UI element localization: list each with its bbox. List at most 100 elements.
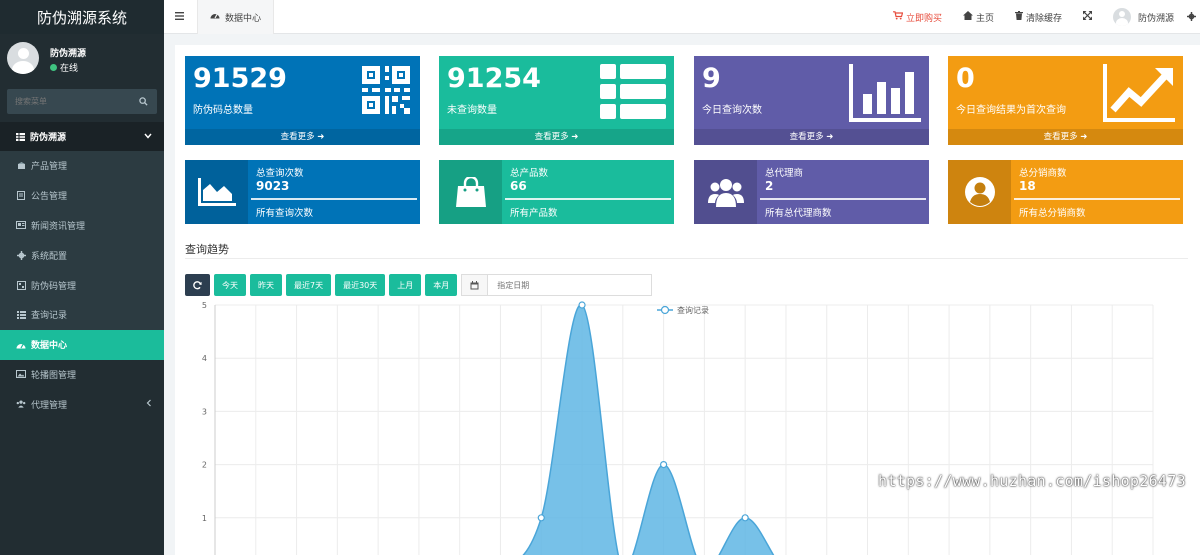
- area-chart-icon: [185, 160, 248, 224]
- sidebar-item-codes[interactable]: 防伪码管理: [0, 270, 164, 300]
- user-menu-label: 防伪溯源: [1137, 13, 1174, 24]
- stat-label: 今日查询次数: [702, 105, 762, 116]
- mini-title: 总代理商: [765, 168, 804, 179]
- clear-cache-label: 清除缓存: [1025, 13, 1062, 24]
- filter-today-button[interactable]: 今天: [214, 274, 246, 296]
- online-dot-icon: [50, 64, 57, 71]
- image-icon: [16, 369, 26, 379]
- users-icon: [16, 399, 26, 409]
- legend-marker: [660, 305, 670, 315]
- chevron-left-icon: [146, 399, 152, 410]
- y-tick-label: 3: [202, 407, 207, 416]
- sidebar-item-records[interactable]: 查询记录: [0, 299, 164, 330]
- mini-title: 总产品数: [510, 168, 549, 179]
- mini-value: 9023: [256, 179, 290, 193]
- user-status-text: 在线: [60, 64, 79, 74]
- filter-7days-button[interactable]: 最近7天: [286, 274, 332, 296]
- home-icon: [962, 11, 973, 23]
- home-label: 主页: [975, 13, 994, 24]
- clear-cache-link[interactable]: 清除缓存: [1014, 11, 1062, 24]
- section-title: 查询趋势: [185, 243, 229, 256]
- dashboard-icon: [16, 340, 26, 350]
- sidebar-item-news[interactable]: 新闻资讯管理: [0, 210, 164, 241]
- user-circle-icon: [948, 160, 1011, 224]
- date-picker: [461, 274, 653, 296]
- sidebar-item-products[interactable]: 产品管理: [0, 151, 164, 181]
- newspaper-icon: [16, 220, 26, 230]
- qrcode-icon: [360, 64, 412, 119]
- gear-icon[interactable]: [1187, 12, 1196, 24]
- filter-yesterday-button[interactable]: 昨天: [250, 274, 282, 296]
- mini-title: 总分销商数: [1019, 168, 1067, 179]
- filter-this-month-button[interactable]: 本月: [425, 274, 458, 296]
- users-icon: [694, 160, 757, 224]
- sidebar-item-settings[interactable]: 系统配置: [0, 240, 164, 271]
- mini-value: 2: [765, 179, 774, 193]
- sidebar-item-agents[interactable]: 代理管理: [0, 389, 164, 420]
- view-more-link[interactable]: 查看更多 ➜: [439, 129, 674, 145]
- trash-icon: [1014, 11, 1023, 23]
- filter-30days-button[interactable]: 最近30天: [335, 274, 386, 296]
- search-input[interactable]: [7, 89, 127, 114]
- mini-footer: 所有总分销商数: [1019, 208, 1086, 219]
- sidebar-item-carousel[interactable]: 轮播图管理: [0, 359, 164, 390]
- view-more-link[interactable]: 查看更多 ➜: [185, 129, 420, 145]
- search-icon[interactable]: [139, 97, 148, 109]
- list-icon: [600, 64, 666, 123]
- avatar: [1112, 8, 1131, 26]
- top-navbar: 数据中心 立即购买 主页 清除缓存 防伪溯源: [164, 0, 1200, 34]
- avatar: [7, 42, 39, 74]
- divider: [185, 258, 1188, 259]
- bar-chart-icon: [849, 64, 921, 125]
- user-menu[interactable]: 防伪溯源: [1112, 8, 1174, 26]
- sidebar-item-label: 代理管理: [31, 400, 68, 411]
- query-trend-chart: 1 2 3 4 5 查询记录: [202, 301, 1154, 555]
- calendar-icon[interactable]: [462, 275, 489, 295]
- sidebar-group-label: 防伪溯源: [30, 133, 67, 143]
- buy-now-link[interactable]: 立即购买: [892, 11, 942, 24]
- view-more-link[interactable]: 查看更多 ➜: [948, 129, 1183, 145]
- data-point: [741, 514, 749, 522]
- document-icon: [16, 191, 26, 201]
- stat-label: 今日查询结果为首次查询: [956, 105, 1066, 116]
- home-link[interactable]: 主页: [962, 11, 994, 24]
- sidebar-item-label: 系统配置: [31, 251, 68, 262]
- buy-now-label: 立即购买: [905, 13, 942, 24]
- line-chart-icon: [1103, 64, 1175, 125]
- sidebar-item-data-center[interactable]: 数据中心: [0, 329, 164, 360]
- fullscreen-button[interactable]: [1082, 11, 1092, 23]
- data-point: [537, 514, 545, 522]
- sidebar-item-label: 公告管理: [31, 192, 68, 203]
- tab-data-center[interactable]: 数据中心: [197, 0, 275, 34]
- stat-value: 0: [956, 63, 975, 94]
- mini-card-total-products: 总产品数 66 所有产品数: [439, 160, 674, 224]
- sidebar-item-notices[interactable]: 公告管理: [0, 180, 164, 211]
- sidebar-group-header[interactable]: 防伪溯源: [0, 122, 164, 151]
- stat-value: 91529: [193, 63, 287, 94]
- cart-icon: [892, 11, 904, 23]
- sidebar-search: [7, 89, 157, 114]
- app-title: 防伪溯源系统: [0, 0, 164, 34]
- user-status: 在线: [50, 61, 78, 74]
- top-right-actions: 立即购买 主页 清除缓存 防伪溯源: [892, 0, 1200, 34]
- progress-bar: [1014, 198, 1180, 200]
- chevron-down-icon: [144, 131, 152, 142]
- refresh-icon: [193, 280, 202, 289]
- arrow-circle-right-icon: ➜: [826, 132, 834, 142]
- refresh-button[interactable]: [185, 274, 210, 296]
- sidebar-item-label: 防伪码管理: [31, 281, 77, 292]
- stat-card-first-query: 0 今日查询结果为首次查询 查看更多 ➜: [948, 56, 1183, 145]
- filter-last-month-button[interactable]: 上月: [389, 274, 422, 296]
- sidebar-item-label: 查询记录: [31, 311, 68, 322]
- date-input[interactable]: [488, 280, 649, 290]
- fullscreen-icon: [1082, 11, 1092, 23]
- cube-icon: [16, 161, 26, 171]
- mini-footer: 所有查询次数: [256, 208, 314, 219]
- mini-card-total-queries: 总查询次数 9023 所有查询次数: [185, 160, 420, 224]
- mini-title: 总查询次数: [256, 168, 304, 179]
- barcode-icon: [16, 280, 26, 290]
- menu-toggle-icon[interactable]: [175, 12, 184, 23]
- sidebar-menu: 防伪溯源 产品管理 公告管理 新闻资讯管理 系统配置 防伪码管理 查询记录 数据…: [0, 122, 164, 420]
- legend-label: 查询记录: [677, 305, 709, 315]
- view-more-link[interactable]: 查看更多 ➜: [694, 129, 929, 145]
